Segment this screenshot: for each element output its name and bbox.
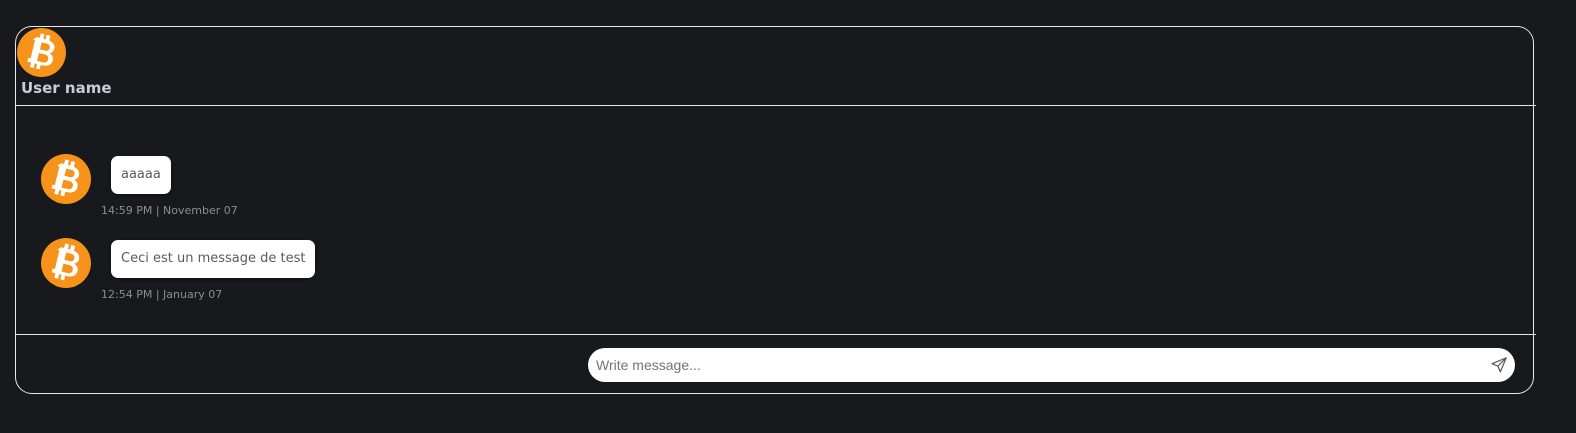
message-composer bbox=[588, 348, 1515, 382]
bitcoin-icon bbox=[41, 238, 91, 288]
message-list: aaaaa 14:59 PM | November 07 Ceci est un… bbox=[16, 106, 1535, 334]
chat-header: User name bbox=[16, 27, 1535, 106]
message-item: Ceci est un message de test 12:54 PM | J… bbox=[16, 238, 616, 308]
message-bubble: Ceci est un message de test bbox=[111, 240, 316, 278]
message-input[interactable] bbox=[596, 348, 1476, 382]
message-item: aaaaa 14:59 PM | November 07 bbox=[16, 154, 616, 224]
header-user-name: User name bbox=[21, 79, 112, 97]
message-timestamp: 12:54 PM | January 07 bbox=[101, 288, 223, 301]
message-bubble: aaaaa bbox=[111, 156, 171, 194]
send-icon[interactable] bbox=[1490, 356, 1508, 374]
chat-panel: User name aaaaa 14:59 PM | November 07 C… bbox=[15, 26, 1536, 394]
message-timestamp: 14:59 PM | November 07 bbox=[101, 204, 238, 217]
composer-divider bbox=[15, 334, 1536, 335]
bitcoin-icon bbox=[17, 28, 66, 77]
bitcoin-icon bbox=[41, 154, 91, 204]
